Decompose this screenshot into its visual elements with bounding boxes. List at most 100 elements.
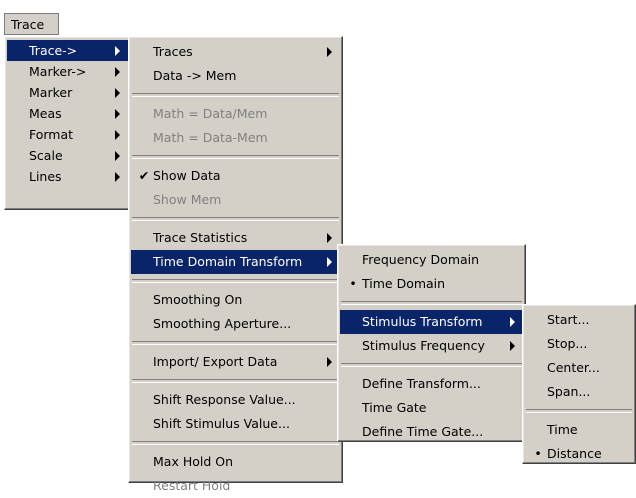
menu-item-time-domain[interactable]: • Time Domain (340, 272, 523, 296)
menu-item-time-gate[interactable]: Time Gate (340, 396, 523, 420)
menu-item-trace-statistics[interactable]: Trace Statistics (131, 226, 340, 250)
menu-item-label: Stimulus Frequency (362, 338, 485, 353)
submenu-arrow-icon (327, 47, 332, 57)
menu-item-shift-response-value[interactable]: Shift Response Value... (131, 388, 340, 412)
menu-item-shift-stimulus-value[interactable]: Shift Stimulus Value... (131, 412, 340, 436)
radio-bullet-icon: • (534, 446, 542, 461)
menu-item-span[interactable]: Span... (525, 380, 633, 404)
menu-item-marker[interactable]: Marker (7, 82, 128, 103)
menu-item-traces[interactable]: Traces (131, 40, 340, 64)
menu-item-label: Scale (29, 148, 63, 163)
submenu-arrow-icon (327, 357, 332, 367)
menu-item-label: Marker (29, 85, 73, 100)
menu-item-label: Distance (547, 446, 602, 461)
menu-item-label: Trace-> (29, 43, 78, 58)
menu-item-label: Trace Statistics (153, 230, 248, 245)
time-domain-transform-submenu: Frequency Domain • Time Domain Stimulus … (337, 244, 526, 442)
menu-item-label: Stimulus Transform (362, 314, 483, 329)
menu-item-marker-submenu[interactable]: Marker-> (7, 61, 128, 82)
menu-item-label: Start... (547, 312, 590, 327)
menu-item-label: Meas (29, 106, 62, 121)
submenu-arrow-icon (327, 257, 332, 267)
menu-item-label: Math = Data-Mem (153, 130, 268, 145)
submenu-arrow-icon (510, 341, 515, 351)
menubar-trace[interactable]: Trace (4, 13, 59, 35)
menu-item-meas[interactable]: Meas (7, 103, 128, 124)
menu-item-label: Marker-> (29, 64, 87, 79)
submenu-arrow-icon (115, 108, 120, 119)
menu-item-label: Span... (547, 384, 591, 399)
submenu-arrow-icon (115, 129, 120, 140)
menu-item-max-hold-on[interactable]: Max Hold On (131, 450, 340, 474)
menu-item-label: Math = Data/Mem (153, 106, 268, 121)
menu-item-smoothing-aperture[interactable]: Smoothing Aperture... (131, 312, 340, 336)
menu-item-label: Max Hold On (153, 454, 234, 469)
menu-item-data-to-mem[interactable]: Data -> Mem (131, 64, 340, 88)
menu-item-label: Lines (29, 169, 62, 184)
menu-item-label: Frequency Domain (362, 252, 480, 267)
menu-separator (132, 155, 339, 159)
menu-item-label: Time Domain Transform (153, 254, 303, 269)
stimulus-transform-submenu: Start... Stop... Center... Span... Time … (522, 304, 636, 464)
menu-item-label: Data -> Mem (153, 68, 237, 83)
menu-item-math-data-div-mem: Math = Data/Mem (131, 102, 340, 126)
menu-separator (132, 441, 339, 445)
menu-item-lines[interactable]: Lines (7, 166, 128, 187)
menu-item-label: Show Data (153, 168, 221, 183)
menu-separator (132, 93, 339, 97)
menu-item-import-export-data[interactable]: Import/ Export Data (131, 350, 340, 374)
menu-separator (132, 379, 339, 383)
submenu-arrow-icon (115, 171, 120, 182)
menu-item-time[interactable]: Time (525, 418, 633, 442)
menu-item-math-data-minus-mem: Math = Data-Mem (131, 126, 340, 150)
submenu-arrow-icon (327, 233, 332, 243)
menu-item-label: Show Mem (153, 192, 222, 207)
menu-item-start[interactable]: Start... (525, 308, 633, 332)
menu-item-label: Time (547, 422, 578, 437)
menu-item-label: Define Transform... (362, 376, 481, 391)
check-icon: ✔ (138, 168, 150, 183)
menu-item-label: Smoothing Aperture... (153, 316, 292, 331)
menu-item-stimulus-frequency[interactable]: Stimulus Frequency (340, 334, 523, 358)
submenu-arrow-icon (115, 66, 120, 77)
menu-item-label: Format (29, 127, 74, 142)
menu-item-label: Smoothing On (153, 292, 243, 307)
submenu-arrow-icon (115, 45, 120, 56)
menu-item-label: Stop... (547, 336, 588, 351)
menu-item-label: Time Domain (362, 276, 446, 291)
menu-item-show-data[interactable]: ✔ Show Data (131, 164, 340, 188)
menu-item-show-mem: Show Mem (131, 188, 340, 212)
menu-item-trace-submenu[interactable]: Trace-> (7, 40, 128, 61)
menu-item-frequency-domain[interactable]: Frequency Domain (340, 248, 523, 272)
menu-item-format[interactable]: Format (7, 124, 128, 145)
trace-submenu: Traces Data -> Mem Math = Data/Mem Math … (128, 36, 343, 493)
menu-item-define-time-gate[interactable]: Define Time Gate... (340, 420, 523, 444)
menu-item-label: Define Time Gate... (362, 424, 484, 439)
menu-item-smoothing-on[interactable]: Smoothing On (131, 288, 340, 312)
menu-item-center[interactable]: Center... (525, 356, 633, 380)
submenu-arrow-icon (115, 150, 120, 161)
menu-item-label: Traces (153, 44, 193, 59)
menu-item-label: Restart Hold (153, 478, 231, 493)
trace-menu: Trace-> Marker-> Marker Meas Format Scal… (4, 36, 131, 210)
menu-item-label: Center... (547, 360, 600, 375)
menu-separator (526, 409, 632, 413)
menu-item-stop[interactable]: Stop... (525, 332, 633, 356)
radio-bullet-icon: • (349, 276, 357, 291)
menu-item-distance[interactable]: • Distance (525, 442, 633, 466)
menu-separator (132, 279, 339, 283)
menu-item-scale[interactable]: Scale (7, 145, 128, 166)
menu-item-time-domain-transform[interactable]: Time Domain Transform (131, 250, 340, 274)
menubar-trace-label: Trace (11, 16, 45, 32)
menu-item-stimulus-transform[interactable]: Stimulus Transform (340, 310, 523, 334)
menu-item-label: Shift Response Value... (153, 392, 296, 407)
menu-separator (132, 217, 339, 221)
menu-separator (341, 363, 522, 367)
menu-item-define-transform[interactable]: Define Transform... (340, 372, 523, 396)
submenu-arrow-icon (115, 87, 120, 98)
menu-separator (132, 341, 339, 345)
menu-item-restart-hold: Restart Hold (131, 474, 340, 498)
menu-separator (341, 301, 522, 305)
menu-item-label: Time Gate (362, 400, 427, 415)
submenu-arrow-icon (510, 317, 515, 327)
